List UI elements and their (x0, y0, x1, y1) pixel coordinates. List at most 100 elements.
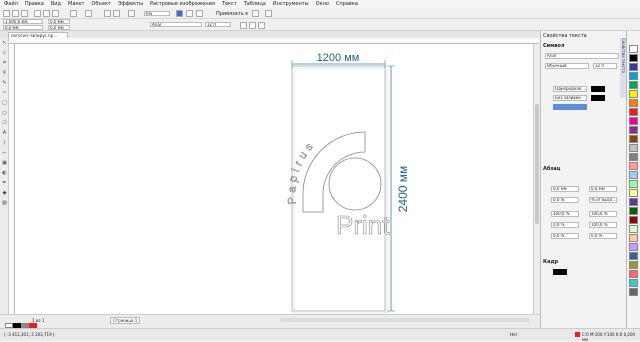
palette-swatch[interactable] (629, 90, 638, 98)
export-icon[interactable] (113, 10, 120, 17)
para-field[interactable]: 0,0 % (551, 197, 579, 203)
palette-swatch[interactable] (629, 261, 638, 269)
grid-icon[interactable] (196, 10, 203, 17)
font-size-select[interactable]: 12 п (205, 22, 231, 27)
palette-swatch[interactable] (629, 54, 638, 62)
background-type-select[interactable]: Без заливки (553, 95, 587, 101)
menu-window[interactable]: Окно (316, 1, 329, 7)
new-icon[interactable] (3, 10, 10, 17)
menu-effects[interactable]: Эффекты (118, 1, 143, 7)
horizontal-scrollbar[interactable] (280, 318, 530, 322)
palette-swatch[interactable] (629, 270, 638, 278)
para-field[interactable]: 100,0 % (589, 222, 617, 228)
artistic-media-icon[interactable]: ~ (1, 90, 8, 97)
palette-swatch[interactable] (629, 216, 638, 224)
open-icon[interactable] (12, 10, 19, 17)
para-field[interactable]: % от высо... (589, 197, 617, 203)
para-field[interactable]: 0,0 % (551, 233, 579, 239)
para-field[interactable]: 0,0 мм (589, 186, 617, 192)
palette-swatch[interactable] (629, 288, 638, 296)
rulers-icon[interactable] (186, 10, 193, 17)
palette-swatch[interactable] (629, 144, 638, 152)
palette-swatch[interactable] (629, 153, 638, 161)
underline-icon[interactable] (258, 22, 265, 29)
save-icon[interactable] (21, 10, 28, 17)
ellipse-tool-icon[interactable]: ○ (1, 110, 8, 117)
frame-color-swatch[interactable] (553, 269, 567, 275)
cut-icon[interactable] (34, 10, 41, 17)
pdf-icon[interactable] (128, 10, 135, 17)
outline-color-bar[interactable] (553, 104, 587, 110)
transparency-icon[interactable]: ◐ (1, 170, 8, 177)
palette-swatch[interactable] (629, 63, 638, 71)
para-field[interactable]: 100,0 % (551, 211, 579, 217)
docker-style-select[interactable]: Обычный (545, 63, 589, 69)
palette-swatch[interactable] (629, 189, 638, 197)
fill-color-swatch[interactable] (591, 86, 605, 92)
palette-swatch[interactable] (629, 117, 638, 125)
import-icon[interactable] (104, 10, 111, 17)
menu-layout[interactable]: Макет (68, 1, 84, 7)
zoom-tool-icon[interactable]: ⚲ (1, 70, 8, 77)
copy-icon[interactable] (43, 10, 50, 17)
palette-swatch[interactable] (629, 171, 638, 179)
crop-tool-icon[interactable]: ⌗ (1, 60, 8, 67)
para-field[interactable]: 100,0 % (589, 211, 617, 217)
text-tool-icon[interactable]: A (1, 130, 8, 137)
polygon-tool-icon[interactable]: ⬠ (1, 120, 8, 127)
section-frame[interactable]: Кадр (543, 259, 558, 265)
fullscreen-icon[interactable] (176, 10, 183, 17)
menu-edit[interactable]: Правка (25, 1, 44, 7)
vertical-scrollbar[interactable] (533, 44, 540, 314)
palette-swatch[interactable] (629, 207, 638, 215)
palette-swatch[interactable] (629, 180, 638, 188)
palette-swatch[interactable] (629, 162, 638, 170)
freehand-tool-icon[interactable]: ✎ (1, 80, 8, 87)
palette-swatch[interactable] (629, 234, 638, 242)
menu-text[interactable]: Текст (222, 1, 237, 7)
y-position-field[interactable]: 0,0 мм (3, 25, 43, 30)
palette-swatch[interactable] (629, 135, 638, 143)
palette-swatch[interactable] (629, 81, 638, 89)
shape-tool-icon[interactable]: ◇ (1, 50, 8, 57)
undo-icon[interactable] (70, 10, 77, 17)
width-field[interactable]: 0,0 мм (48, 19, 70, 24)
docker-size-select[interactable]: 12 п (593, 63, 617, 69)
paste-icon[interactable] (52, 10, 59, 17)
palette-swatch[interactable] (629, 126, 638, 134)
drop-shadow-icon[interactable]: ▣ (1, 160, 8, 167)
pick-tool-icon[interactable]: ↖ (1, 40, 8, 47)
background-color-swatch[interactable] (591, 95, 605, 101)
smart-fill-icon[interactable]: ▧ (1, 200, 8, 207)
font-select[interactable]: Arial (150, 22, 202, 27)
palette-swatch[interactable] (629, 72, 638, 80)
para-field[interactable]: 0,0 % (551, 222, 579, 228)
palette-swatch[interactable] (629, 225, 638, 233)
redo-icon[interactable] (85, 10, 92, 17)
section-character[interactable]: Символ (543, 43, 565, 49)
rectangle-tool-icon[interactable]: □ (1, 100, 8, 107)
menu-table[interactable]: Таблица (244, 1, 266, 7)
palette-swatch[interactable] (629, 279, 638, 287)
height-field[interactable]: 0,0 мм (48, 25, 70, 30)
palette-swatch[interactable] (629, 45, 638, 53)
menu-bitmaps[interactable]: Растровые изображения (150, 1, 215, 7)
interactive-fill-icon[interactable]: ◆ (1, 190, 8, 197)
palette-swatch[interactable] (629, 108, 638, 116)
launcher-icon[interactable] (265, 10, 272, 17)
docker-font-select[interactable]: Arial (545, 53, 619, 59)
palette-swatch[interactable] (629, 243, 638, 251)
menu-file[interactable]: Файл (4, 1, 18, 7)
menu-object[interactable]: Объект (91, 1, 111, 7)
palette-swatch[interactable] (629, 99, 638, 107)
palette-swatch[interactable] (629, 198, 638, 206)
page-tab[interactable]: Страница 1 (110, 317, 140, 324)
snap-to-label[interactable]: Привязать к (216, 11, 248, 17)
menu-help[interactable]: Справка (336, 1, 358, 7)
section-paragraph[interactable]: Абзац (543, 166, 560, 172)
menu-view[interactable]: Вид (51, 1, 61, 7)
eyedropper-icon[interactable]: ✒ (1, 180, 8, 187)
para-field[interactable]: 0,0 % (589, 233, 617, 239)
bold-icon[interactable] (240, 22, 247, 29)
drawing-canvas[interactable]: 1200 мм 2400 мм Papirus Print (15, 44, 540, 314)
